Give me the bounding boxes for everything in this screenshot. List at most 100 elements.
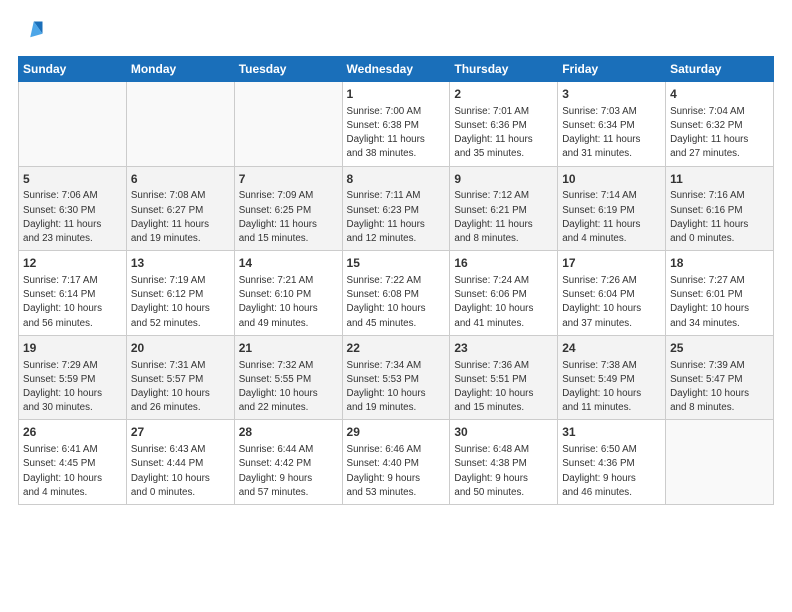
day-number: 4 [670, 86, 769, 103]
day-info: Sunrise: 7:22 AM Sunset: 6:08 PM Dayligh… [347, 275, 426, 329]
day-info: Sunrise: 7:19 AM Sunset: 6:12 PM Dayligh… [131, 275, 210, 329]
day-info: Sunrise: 7:31 AM Sunset: 5:57 PM Dayligh… [131, 360, 210, 414]
day-number: 20 [131, 340, 230, 357]
day-info: Sunrise: 6:46 AM Sunset: 4:40 PM Dayligh… [347, 444, 422, 498]
day-number: 17 [562, 255, 661, 272]
day-info: Sunrise: 7:32 AM Sunset: 5:55 PM Dayligh… [239, 360, 318, 414]
week-row-5: 26Sunrise: 6:41 AM Sunset: 4:45 PM Dayli… [19, 420, 774, 505]
day-cell: 12 Sunrise: 7:17 AM Sunset: 6:14 PM Dayli… [19, 251, 127, 336]
day-number: 3 [562, 86, 661, 103]
day-cell: 22 Sunrise: 7:34 AM Sunset: 5:53 PM Dayli… [342, 335, 450, 420]
day-cell [234, 82, 342, 167]
day-number: 31 [562, 424, 661, 441]
day-info: Sunrise: 6:43 AM Sunset: 4:44 PM Dayligh… [131, 444, 210, 498]
day-number: 22 [347, 340, 446, 357]
day-cell: 28Sunrise: 6:44 AM Sunset: 4:42 PM Dayli… [234, 420, 342, 505]
day-info: Sunrise: 6:50 AM Sunset: 4:36 PM Dayligh… [562, 444, 637, 498]
day-info: Sunrise: 7:24 AM Sunset: 6:06 PM Dayligh… [454, 275, 533, 329]
weekday-header-sunday: Sunday [19, 57, 127, 82]
day-number: 1 [347, 86, 446, 103]
day-cell: 26Sunrise: 6:41 AM Sunset: 4:45 PM Dayli… [19, 420, 127, 505]
day-cell: 15 Sunrise: 7:22 AM Sunset: 6:08 PM Dayli… [342, 251, 450, 336]
day-info: Sunrise: 7:04 AM Sunset: 6:32 PM Dayligh… [670, 106, 748, 160]
day-info: Sunrise: 7:38 AM Sunset: 5:49 PM Dayligh… [562, 360, 641, 414]
day-cell: 25 Sunrise: 7:39 AM Sunset: 5:47 PM Dayli… [666, 335, 774, 420]
day-cell: 17 Sunrise: 7:26 AM Sunset: 6:04 PM Dayli… [558, 251, 666, 336]
day-cell [666, 420, 774, 505]
day-number: 19 [23, 340, 122, 357]
calendar-body: 1 Sunrise: 7:00 AM Sunset: 6:38 PM Daylig… [19, 82, 774, 505]
day-cell: 6Sunrise: 7:08 AM Sunset: 6:27 PM Daylig… [126, 166, 234, 251]
day-number: 2 [454, 86, 553, 103]
day-cell: 4 Sunrise: 7:04 AM Sunset: 6:32 PM Daylig… [666, 82, 774, 167]
day-cell: 31 Sunrise: 6:50 AM Sunset: 4:36 PM Dayli… [558, 420, 666, 505]
day-cell: 29 Sunrise: 6:46 AM Sunset: 4:40 PM Dayli… [342, 420, 450, 505]
weekday-header-saturday: Saturday [666, 57, 774, 82]
day-cell: 7 Sunrise: 7:09 AM Sunset: 6:25 PM Daylig… [234, 166, 342, 251]
page: SundayMondayTuesdayWednesdayThursdayFrid… [0, 0, 792, 612]
day-cell: 8Sunrise: 7:11 AM Sunset: 6:23 PM Daylig… [342, 166, 450, 251]
calendar-header: SundayMondayTuesdayWednesdayThursdayFrid… [19, 57, 774, 82]
day-info: Sunrise: 7:16 AM Sunset: 6:16 PM Dayligh… [670, 190, 748, 244]
logo [18, 18, 50, 46]
logo-icon [18, 18, 46, 46]
day-number: 11 [670, 171, 769, 188]
calendar: SundayMondayTuesdayWednesdayThursdayFrid… [18, 56, 774, 505]
day-info: Sunrise: 7:12 AM Sunset: 6:21 PM Dayligh… [454, 190, 532, 244]
weekday-header-monday: Monday [126, 57, 234, 82]
day-info: Sunrise: 7:17 AM Sunset: 6:14 PM Dayligh… [23, 275, 102, 329]
day-number: 28 [239, 424, 338, 441]
week-row-3: 12 Sunrise: 7:17 AM Sunset: 6:14 PM Dayli… [19, 251, 774, 336]
day-cell: 20 Sunrise: 7:31 AM Sunset: 5:57 PM Dayli… [126, 335, 234, 420]
day-cell: 9 Sunrise: 7:12 AM Sunset: 6:21 PM Daylig… [450, 166, 558, 251]
day-number: 12 [23, 255, 122, 272]
day-info: Sunrise: 7:01 AM Sunset: 6:36 PM Dayligh… [454, 106, 532, 160]
day-number: 7 [239, 171, 338, 188]
day-info: Sunrise: 7:08 AM Sunset: 6:27 PM Dayligh… [131, 190, 209, 244]
day-cell: 27Sunrise: 6:43 AM Sunset: 4:44 PM Dayli… [126, 420, 234, 505]
day-cell: 23 Sunrise: 7:36 AM Sunset: 5:51 PM Dayli… [450, 335, 558, 420]
day-number: 16 [454, 255, 553, 272]
day-cell: 30 Sunrise: 6:48 AM Sunset: 4:38 PM Dayli… [450, 420, 558, 505]
day-info: Sunrise: 6:48 AM Sunset: 4:38 PM Dayligh… [454, 444, 529, 498]
week-row-4: 19 Sunrise: 7:29 AM Sunset: 5:59 PM Dayli… [19, 335, 774, 420]
day-number: 10 [562, 171, 661, 188]
day-cell: 3Sunrise: 7:03 AM Sunset: 6:34 PM Daylig… [558, 82, 666, 167]
day-info: Sunrise: 6:41 AM Sunset: 4:45 PM Dayligh… [23, 444, 102, 498]
day-number: 23 [454, 340, 553, 357]
day-cell: 21 Sunrise: 7:32 AM Sunset: 5:55 PM Dayli… [234, 335, 342, 420]
day-info: Sunrise: 7:36 AM Sunset: 5:51 PM Dayligh… [454, 360, 533, 414]
day-number: 29 [347, 424, 446, 441]
weekday-header-wednesday: Wednesday [342, 57, 450, 82]
day-cell: 18 Sunrise: 7:27 AM Sunset: 6:01 PM Dayli… [666, 251, 774, 336]
day-info: Sunrise: 7:27 AM Sunset: 6:01 PM Dayligh… [670, 275, 749, 329]
day-cell: 11 Sunrise: 7:16 AM Sunset: 6:16 PM Dayli… [666, 166, 774, 251]
day-cell: 14 Sunrise: 7:21 AM Sunset: 6:10 PM Dayli… [234, 251, 342, 336]
day-number: 13 [131, 255, 230, 272]
header [18, 18, 774, 46]
day-info: Sunrise: 7:26 AM Sunset: 6:04 PM Dayligh… [562, 275, 641, 329]
day-info: Sunrise: 7:06 AM Sunset: 6:30 PM Dayligh… [23, 190, 101, 244]
day-number: 8 [347, 171, 446, 188]
day-number: 9 [454, 171, 553, 188]
day-cell: 2 Sunrise: 7:01 AM Sunset: 6:36 PM Daylig… [450, 82, 558, 167]
week-row-1: 1 Sunrise: 7:00 AM Sunset: 6:38 PM Daylig… [19, 82, 774, 167]
week-row-2: 5Sunrise: 7:06 AM Sunset: 6:30 PM Daylig… [19, 166, 774, 251]
day-info: Sunrise: 7:29 AM Sunset: 5:59 PM Dayligh… [23, 360, 102, 414]
day-number: 18 [670, 255, 769, 272]
day-info: Sunrise: 7:39 AM Sunset: 5:47 PM Dayligh… [670, 360, 749, 414]
day-number: 15 [347, 255, 446, 272]
day-info: Sunrise: 7:09 AM Sunset: 6:25 PM Dayligh… [239, 190, 317, 244]
day-number: 25 [670, 340, 769, 357]
weekday-header-friday: Friday [558, 57, 666, 82]
weekday-header-thursday: Thursday [450, 57, 558, 82]
day-number: 14 [239, 255, 338, 272]
day-info: Sunrise: 7:21 AM Sunset: 6:10 PM Dayligh… [239, 275, 318, 329]
day-cell: 16 Sunrise: 7:24 AM Sunset: 6:06 PM Dayli… [450, 251, 558, 336]
day-number: 30 [454, 424, 553, 441]
day-info: Sunrise: 7:34 AM Sunset: 5:53 PM Dayligh… [347, 360, 426, 414]
day-number: 21 [239, 340, 338, 357]
weekday-header-tuesday: Tuesday [234, 57, 342, 82]
day-info: Sunrise: 7:00 AM Sunset: 6:38 PM Dayligh… [347, 106, 425, 160]
day-cell: 13 Sunrise: 7:19 AM Sunset: 6:12 PM Dayli… [126, 251, 234, 336]
